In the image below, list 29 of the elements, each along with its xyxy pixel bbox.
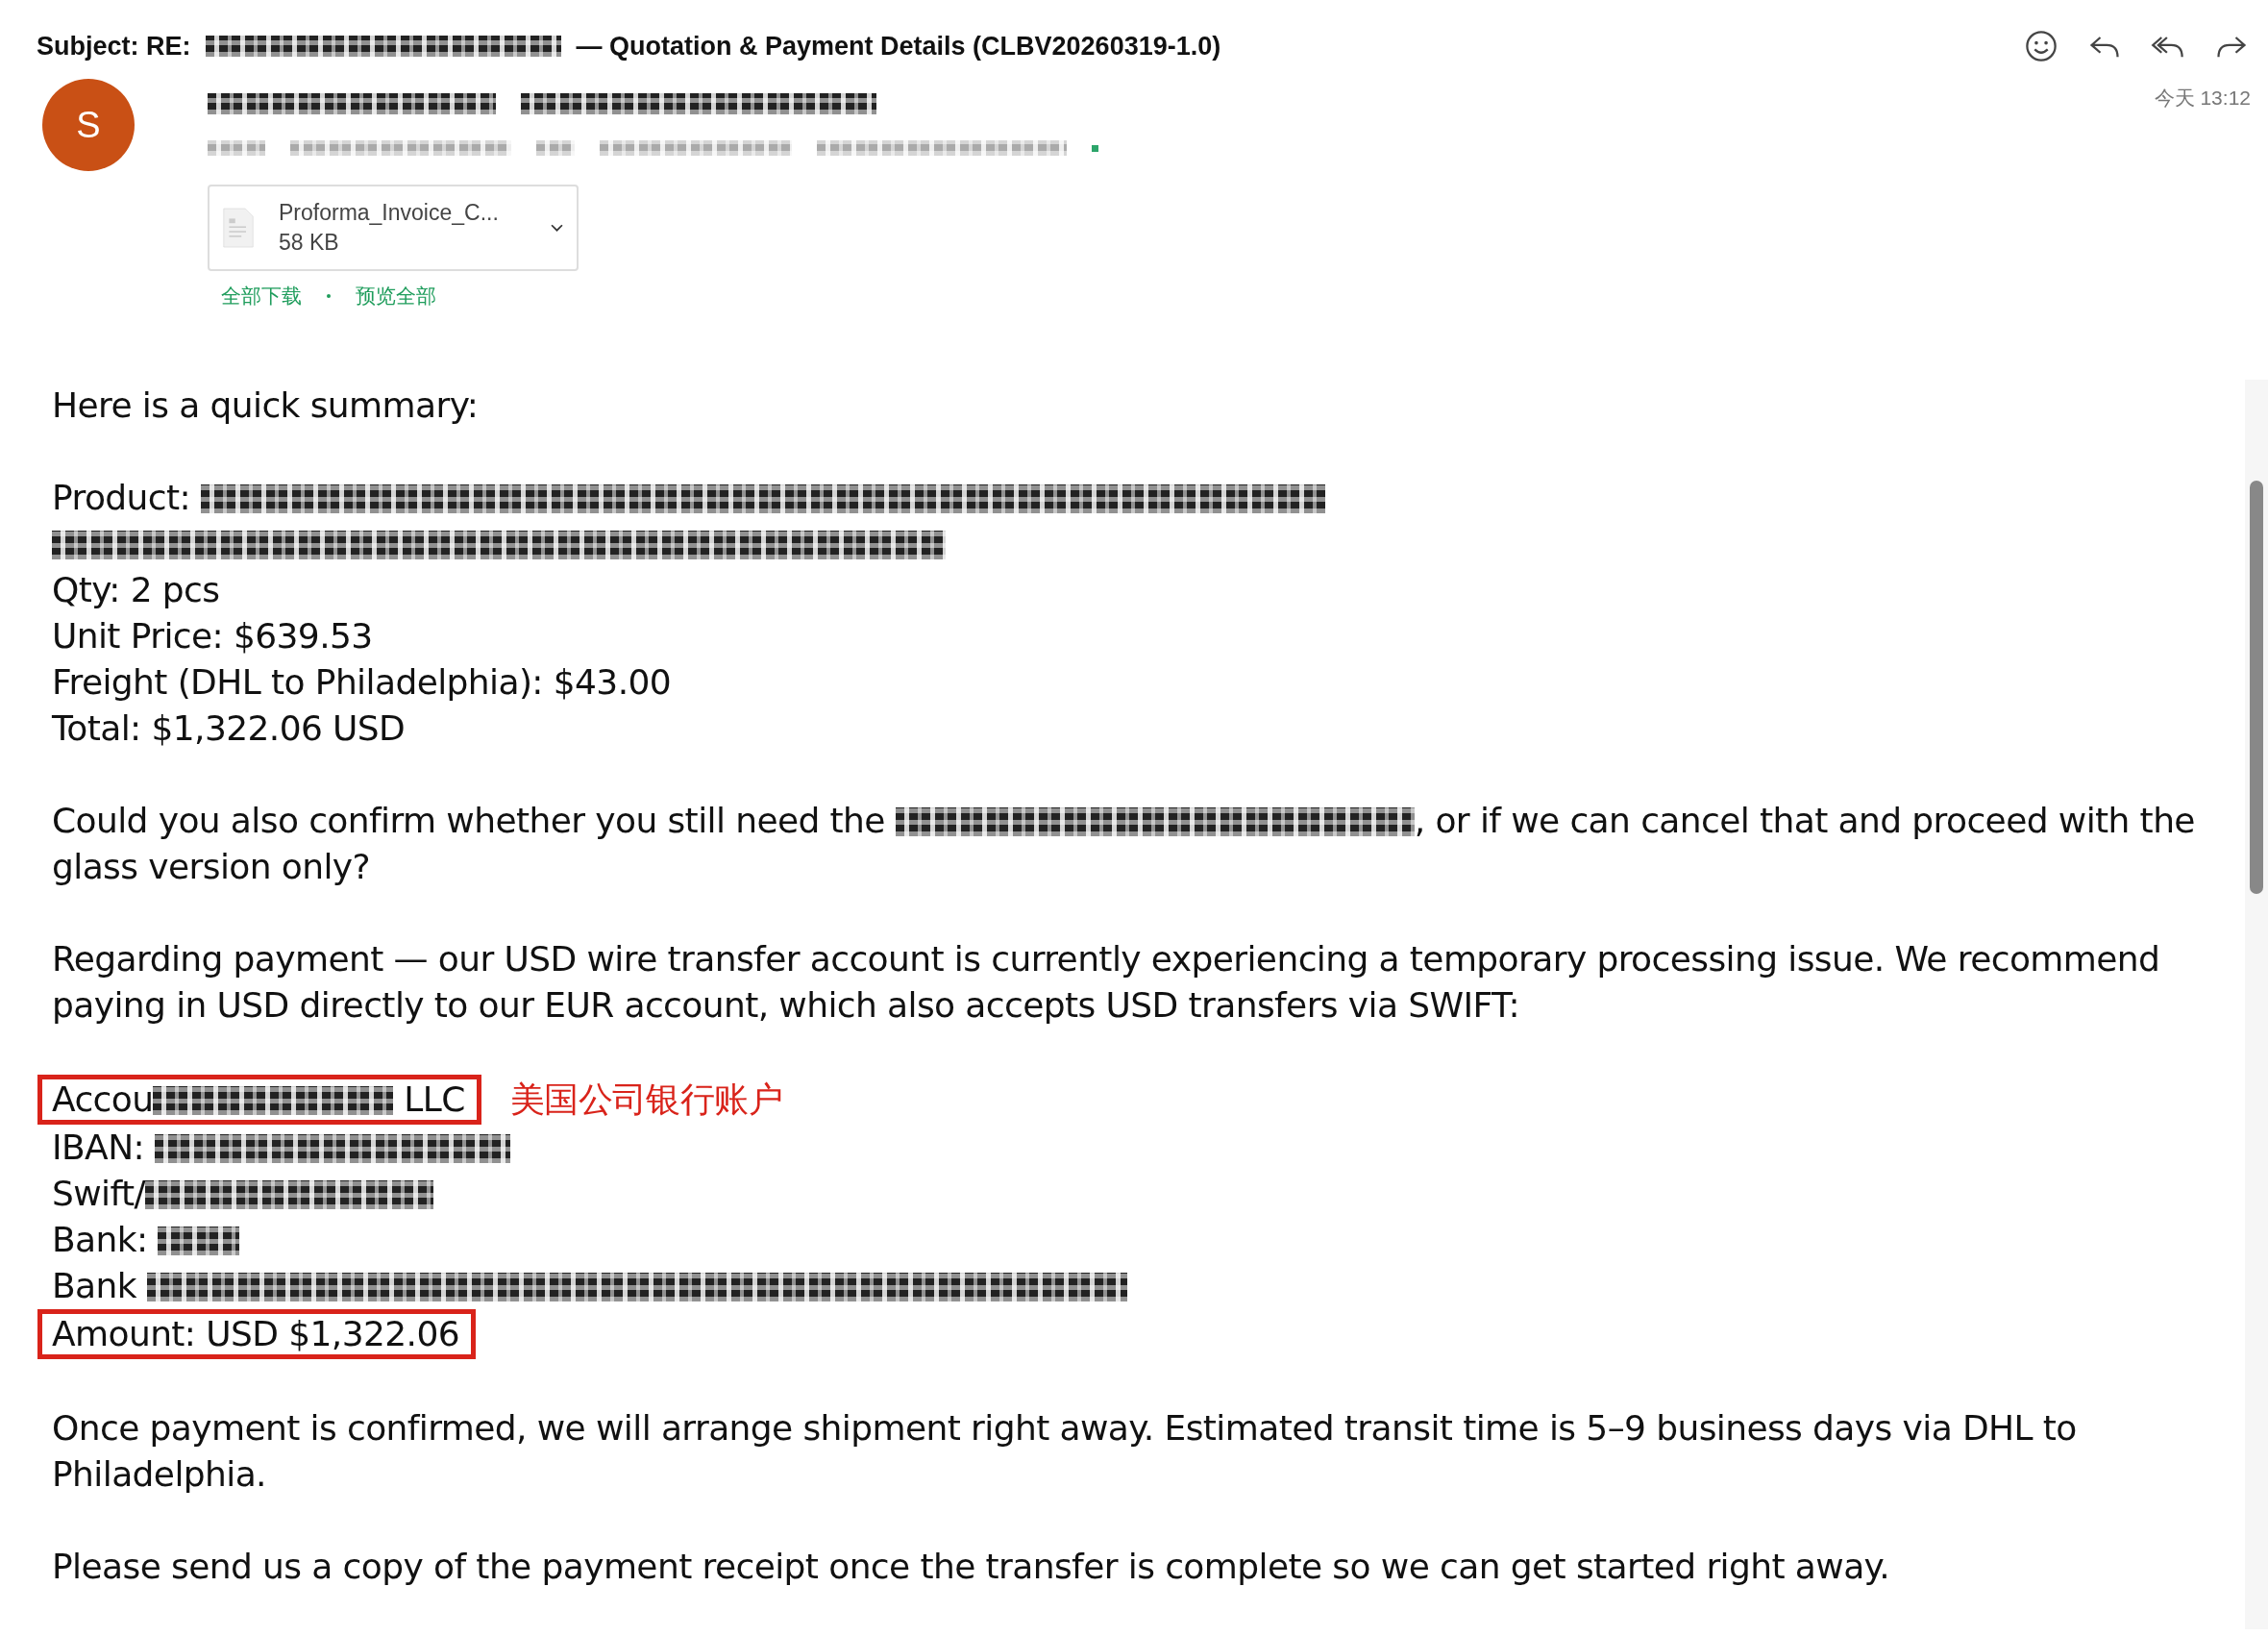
chevron-down-icon[interactable] [551,223,563,233]
avatar: S [42,79,135,171]
body-text: Unit Price: $639.53 [52,615,373,657]
body-text: Regarding payment — our USD wire transfer account is currently experiencing a temporary processing issue. We recommend paying in USD directly to our EUR account, which also accepts USD transfers via SWIFT: [52,938,2161,1027]
body-text: Please send us a copy of the payment receipt once the transfer is complete so we can get started right away. [52,1546,1889,1588]
document-icon [223,208,254,248]
attachment-link[interactable]: 预览全部 [356,283,436,310]
body-text: Could you also confirm whether you still need the , or if we can cancel that and proceed with the glass version only? [52,800,2196,888]
attachment-size: 58 KB [279,230,340,256]
body-text: Swift/ [52,1171,433,1217]
emoji-icon[interactable] [2024,29,2058,63]
attachment-card[interactable]: Proforma_Invoice_C... 58 KB [208,185,579,271]
email-subject: Subject: RE: — Quotation & Payment Details (CLBV20260319-1.0) [37,31,1221,62]
body-text: Freight (DHL to Philadelphia): $43.00 [52,661,672,704]
body-text: Total: $1,322.06 USD [52,707,406,750]
redacted-text [536,140,575,156]
body-text: Here is a quick summary: [52,384,479,427]
redacted-text [208,140,265,156]
received-time: 今天 13:12 [2154,86,2251,111]
body-text: Amount: USD $1,322.06 [37,1309,477,1359]
scrollbar[interactable] [2245,380,2268,1629]
body-text: IBAN: [52,1125,510,1171]
body-text: Qty: 2 pcs [52,569,220,611]
body-text: Accou LLC [37,1075,481,1125]
body-text: Bank: [52,1217,240,1263]
annotation-text: 美国公司银行账户 [509,1078,782,1121]
attachment-name: Proforma_Invoice_C... [279,200,500,226]
attachment-link[interactable]: 全部下载 [221,283,302,310]
body-text: Once payment is confirmed, we will arrange shipment right away. Estimated transit time is 5–9 business days via DHL to Philadelphia. [52,1407,2078,1496]
